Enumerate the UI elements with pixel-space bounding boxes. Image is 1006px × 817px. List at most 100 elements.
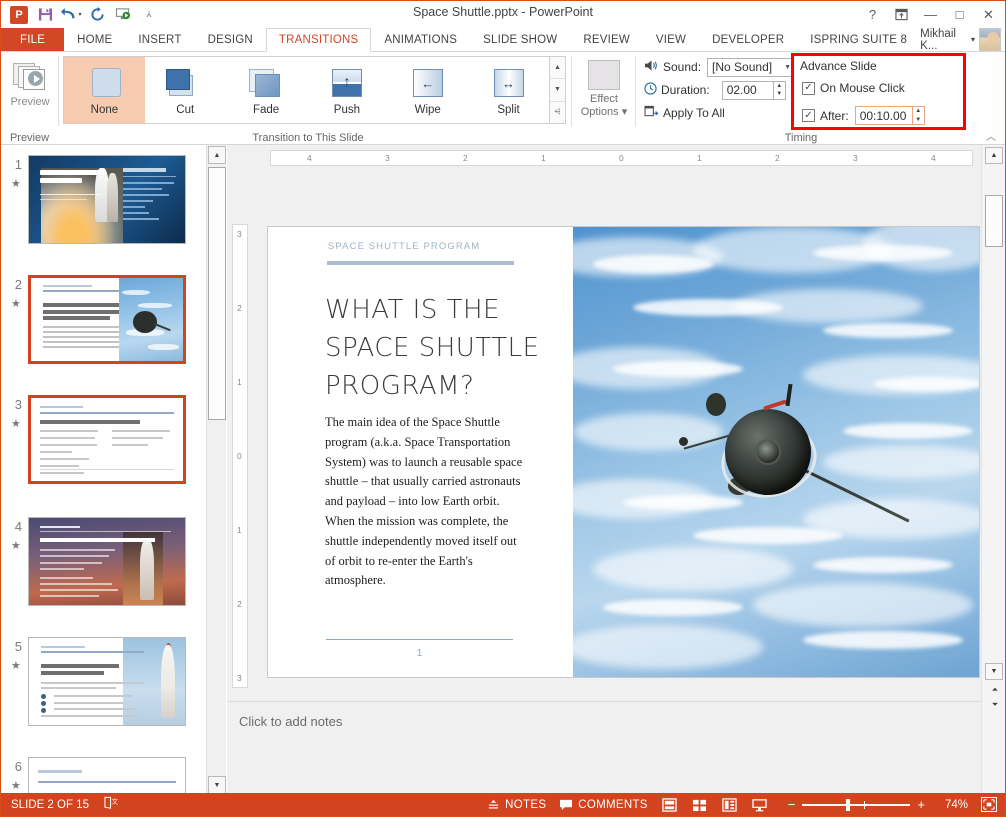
tab-developer[interactable]: DEVELOPER [699,28,797,51]
preview-button[interactable]: Preview [7,56,53,124]
thumbnail-slide-3[interactable]: 3 ★ [1,395,206,484]
close-button[interactable]: ✕ [974,3,1003,27]
account-area[interactable]: Mikhail K... ▾ [920,28,1005,51]
effect-options-label-line1: Effect [590,93,618,105]
zoom-level[interactable]: 74% [945,799,968,811]
slide-thumbnail-pane[interactable]: 1 ★ 2 [1,145,206,795]
slide-number: 2 [1,275,28,292]
slide-canvas[interactable]: SPACE SHUTTLE PROGRAM WHAT IS THE SPACE … [268,227,979,677]
collapse-ribbon-button[interactable]: ︿ [986,128,996,143]
slide-kicker[interactable]: SPACE SHUTTLE PROGRAM [328,241,480,252]
thumbnail-scroll-up-button[interactable]: ▲ [208,146,226,164]
zoom-out-button[interactable]: − [781,797,803,812]
slide-thumbnail-image[interactable] [28,637,186,726]
on-mouse-click-checkbox[interactable]: ✓ [802,82,815,95]
after-checkbox[interactable]: ✓ [802,109,815,122]
slide-show-view-button[interactable] [751,797,768,812]
transition-gallery[interactable]: None Cut Fade ↑ Push [63,56,550,124]
gallery-scroll-down-button[interactable]: ▼ [550,79,565,101]
comments-button[interactable]: COMMENTS [559,799,647,811]
tab-view[interactable]: VIEW [643,28,699,51]
horizontal-ruler[interactable]: 4 3 2 1 0 1 2 3 4 [270,150,973,166]
slide-photo-spacecraft-over-earth[interactable] [573,227,979,677]
thumbnail-pane-scrollbar[interactable]: ▲ ▼ [206,145,226,795]
transition-tile-none[interactable]: None [64,57,145,123]
zoom-in-button[interactable]: + [910,797,932,812]
tile-label: Cut [176,104,194,116]
editor-scrollbar-thumb[interactable] [985,195,1003,247]
vertical-ruler[interactable]: 3 2 1 0 1 2 3 [232,224,248,688]
language-icon[interactable]: 文 [103,796,119,813]
after-row[interactable]: ✓ After: 00:10.00 ▲▼ [802,106,925,125]
slide-thumbnail-image[interactable] [28,155,186,244]
previous-slide-button[interactable]: ⏶ [988,683,1002,696]
help-icon[interactable]: ? [858,3,887,27]
tab-file[interactable]: FILE [1,28,64,51]
duration-stepper[interactable]: ▲▼ [774,81,786,100]
transition-tile-push[interactable]: ↑ Push [306,57,387,123]
after-stepper[interactable]: ▲▼ [913,106,925,125]
thumbnail-scroll-down-button[interactable]: ▼ [208,776,226,794]
tab-slide-show[interactable]: SLIDE SHOW [470,28,570,51]
zoom-track[interactable] [802,804,910,806]
sound-value: [No Sound] [712,60,772,74]
tab-home[interactable]: HOME [64,28,125,51]
thumbnail-slide-1[interactable]: 1 ★ [1,155,206,244]
gallery-more-button[interactable]: ⩤ [550,102,565,123]
slide-body-text[interactable]: The main idea of the Space Shuttle progr… [325,413,525,591]
apply-to-all-row[interactable]: Apply To All [644,103,725,123]
chevron-down-icon[interactable]: ▾ [971,35,975,44]
thumbnail-slide-2[interactable]: 2 ★ [1,275,206,364]
tab-transitions[interactable]: TRANSITIONS [266,28,372,52]
effect-options-button[interactable]: Effect Options ▾ [579,56,629,124]
animation-star-icon: ★ [11,539,21,552]
maximize-button[interactable]: □ [945,3,974,27]
window-title: Space Shuttle.pptx - PowerPoint [1,5,1005,19]
slide-thumbnail-image[interactable] [28,275,186,364]
tab-insert[interactable]: INSERT [125,28,194,51]
notes-pane[interactable]: Click to add notes [227,702,981,795]
thumbnail-slide-5[interactable]: 5 ★ [1,637,206,726]
gallery-scrollbar[interactable]: ▲ ▼ ⩤ [550,56,566,124]
transition-tile-split[interactable]: ↔ Split [468,57,549,123]
tab-animations[interactable]: ANIMATIONS [371,28,470,51]
transition-tile-wipe[interactable]: ← Wipe [387,57,468,123]
ribbon-group-effect-options: Effect Options ▾ [573,52,635,145]
zoom-knob[interactable] [846,799,850,811]
notes-placeholder[interactable]: Click to add notes [239,714,342,729]
transition-tile-cut[interactable]: Cut [145,57,226,123]
editor-scroll-down-button[interactable]: ▼ [985,663,1003,680]
thumbnail-slide-4[interactable]: 4 ★ [1,517,206,606]
editor-scroll-up-button[interactable]: ▲ [985,147,1003,164]
tab-review[interactable]: REVIEW [570,28,643,51]
ribbon-display-options-icon[interactable] [887,3,916,27]
minimize-button[interactable]: — [916,3,945,27]
next-slide-button[interactable]: ⏷ [988,698,1002,711]
editor-vertical-scrollbar[interactable]: ▲ ▼ ⏶ ⏷ [981,145,1005,795]
sound-dropdown[interactable]: [No Sound] ▼ [707,58,797,77]
fit-slide-to-window-button[interactable] [981,797,997,812]
on-mouse-click-label: On Mouse Click [820,81,905,95]
normal-view-button[interactable] [661,797,678,812]
notes-button[interactable]: NOTES [487,799,546,811]
on-mouse-click-row[interactable]: ✓ On Mouse Click [802,81,905,95]
tab-ispring-suite-8[interactable]: ISPRING SUITE 8 [797,28,920,51]
gallery-scroll-up-button[interactable]: ▲ [550,57,565,79]
slide-thumbnail-image[interactable] [28,395,186,484]
thumbnail-scrollbar-thumb[interactable] [208,167,226,420]
ruler-tick: 3 [853,153,858,163]
tab-design[interactable]: DESIGN [195,28,266,51]
transition-tile-fade[interactable]: Fade [226,57,307,123]
reading-view-button[interactable] [721,797,738,812]
slide-sorter-view-button[interactable] [691,797,708,812]
slide-thumbnail-image[interactable] [28,517,186,606]
slide-title[interactable]: WHAT IS THE SPACE SHUTTLE PROGRAM? [325,291,557,405]
duration-value: 02.00 [727,83,757,97]
duration-input[interactable]: 02.00 [722,81,774,100]
slide-counter[interactable]: SLIDE 2 OF 15 [11,799,89,811]
avatar[interactable] [979,28,1001,51]
slide-thumbnail-image[interactable] [28,757,186,795]
after-input[interactable]: 00:10.00 [855,106,913,125]
thumbnail-slide-6[interactable]: 6 ★ [1,757,206,795]
zoom-slider[interactable]: − + [781,797,932,812]
